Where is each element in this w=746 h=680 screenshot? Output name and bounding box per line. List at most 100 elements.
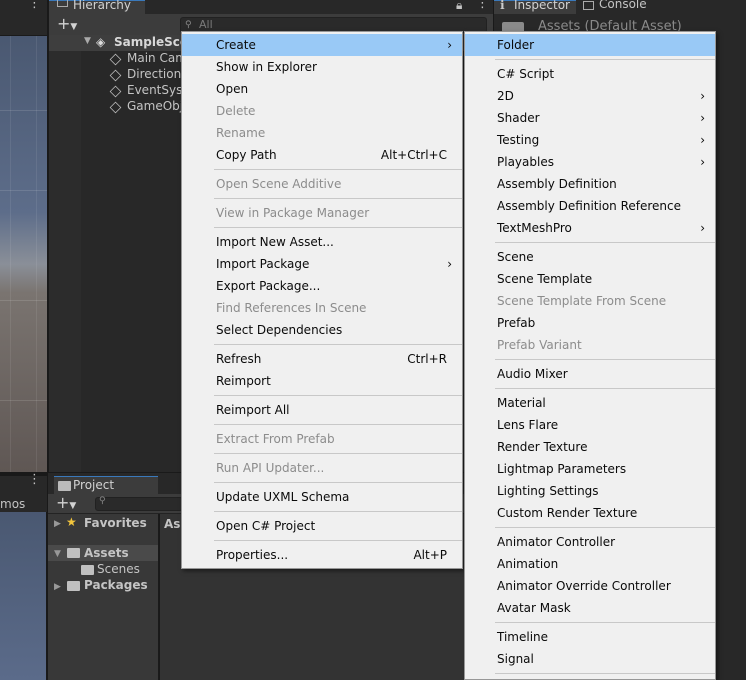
- menu-item-folder[interactable]: Folder: [465, 34, 715, 56]
- folder-open-icon: [67, 548, 80, 558]
- menu-item-material[interactable]: Material: [465, 392, 715, 414]
- gizmos-button[interactable]: mos: [0, 497, 25, 511]
- menu-item-copy-path[interactable]: Copy Path Alt+Ctrl+C: [182, 144, 462, 166]
- menu-item-scene[interactable]: Scene: [465, 246, 715, 268]
- menu-item-reimport[interactable]: Reimport: [182, 370, 462, 392]
- tab-hierarchy[interactable]: Hierarchy: [49, 0, 145, 14]
- menu-item-export-package[interactable]: Export Package...: [182, 275, 462, 297]
- menu-item-update-uxml-schema[interactable]: Update UXML Schema: [182, 486, 462, 508]
- menu-item-reimport-all[interactable]: Reimport All: [182, 399, 462, 421]
- menu-item-prefab-variant[interactable]: Prefab Variant: [465, 334, 715, 356]
- menu-item-avatar-mask[interactable]: Avatar Mask: [465, 597, 715, 619]
- menu-item-2d[interactable]: 2D ›: [465, 85, 715, 107]
- lock-icon[interactable]: 🔒︎: [456, 0, 462, 13]
- menu-item-properties[interactable]: Properties... Alt+P: [182, 544, 462, 566]
- more-icon[interactable]: ⋮: [28, 0, 41, 11]
- menu-item-shader[interactable]: Shader ›: [465, 107, 715, 129]
- more-icon[interactable]: ⋮: [28, 472, 41, 487]
- menu-item-textmeshpro[interactable]: TextMeshPro ›: [465, 217, 715, 239]
- tab-console[interactable]: Console: [582, 0, 672, 14]
- chevron-right-icon: ›: [447, 257, 452, 271]
- menu-separator: [214, 511, 462, 512]
- menu-item-animation[interactable]: Animation: [465, 553, 715, 575]
- menu-item-csharp-script[interactable]: C# Script: [465, 63, 715, 85]
- folder-icon: [67, 581, 80, 591]
- hierarchy-item[interactable]: Directiona: [127, 67, 189, 81]
- tab-project[interactable]: Project: [54, 476, 158, 494]
- menu-separator: [214, 198, 462, 199]
- menu-separator: [495, 59, 715, 60]
- chevron-right-icon: ›: [700, 111, 705, 125]
- menu-item-custom-render-texture[interactable]: Custom Render Texture: [465, 502, 715, 524]
- menu-separator: [214, 424, 462, 425]
- menu-item-testing[interactable]: Testing ›: [465, 129, 715, 151]
- project-search-input[interactable]: ⚲: [95, 496, 183, 511]
- menu-item-select-dependencies[interactable]: Select Dependencies: [182, 319, 462, 341]
- menu-item-import-package[interactable]: Import Package ›: [182, 253, 462, 275]
- info-icon: ℹ: [500, 0, 505, 12]
- search-icon: ⚲: [185, 20, 192, 30]
- menu-item-render-texture[interactable]: Render Texture: [465, 436, 715, 458]
- chevron-down-icon: ▼: [70, 22, 78, 32]
- expand-arrow-icon[interactable]: ▼: [84, 36, 91, 46]
- chevron-right-icon: ›: [700, 89, 705, 103]
- menu-item-open[interactable]: Open: [182, 78, 462, 100]
- add-button[interactable]: +▼: [57, 14, 77, 37]
- menu-separator: [495, 527, 715, 528]
- shortcut: Ctrl+R: [407, 352, 447, 366]
- menu-item-prefab[interactable]: Prefab: [465, 312, 715, 334]
- menu-separator: [495, 622, 715, 623]
- menu-item-run-api-updater[interactable]: Run API Updater...: [182, 457, 462, 479]
- menu-item-show-in-explorer[interactable]: Show in Explorer: [182, 56, 462, 78]
- menu-separator: [214, 227, 462, 228]
- menu-item-refresh[interactable]: Refresh Ctrl+R: [182, 348, 462, 370]
- menu-item-signal[interactable]: Signal: [465, 648, 715, 670]
- menu-item-create[interactable]: Create ›: [182, 34, 462, 56]
- menu-separator: [495, 242, 715, 243]
- tab-inspector[interactable]: ℹ Inspector: [494, 0, 576, 14]
- tree-assets[interactable]: Assets: [84, 546, 129, 560]
- search-icon: ⚲: [99, 496, 106, 506]
- create-submenu: Folder C# Script 2D › Shader › Testing › Pl…: [464, 31, 716, 680]
- menu-separator: [495, 388, 715, 389]
- menu-item-assembly-definition[interactable]: Assembly Definition: [465, 173, 715, 195]
- tree-packages[interactable]: Packages: [84, 578, 148, 592]
- menu-item-scene-template-from-scene[interactable]: Scene Template From Scene: [465, 290, 715, 312]
- menu-item-open-csharp-project[interactable]: Open C# Project: [182, 515, 462, 537]
- menu-item-lighting-settings[interactable]: Lighting Settings: [465, 480, 715, 502]
- menu-item-timeline[interactable]: Timeline: [465, 626, 715, 648]
- menu-separator: [214, 453, 462, 454]
- expand-arrow-icon[interactable]: ▶: [54, 582, 61, 592]
- menu-item-audio-mixer[interactable]: Audio Mixer: [465, 363, 715, 385]
- menu-separator: [214, 395, 462, 396]
- add-button[interactable]: +▼: [56, 493, 76, 516]
- list-icon: [57, 0, 68, 7]
- menu-item-lens-flare[interactable]: Lens Flare: [465, 414, 715, 436]
- menu-item-scene-template[interactable]: Scene Template: [465, 268, 715, 290]
- tree-scenes[interactable]: Scenes: [97, 562, 140, 576]
- expand-arrow-icon[interactable]: ▶: [54, 519, 61, 529]
- scene-view[interactable]: [0, 0, 47, 472]
- menu-item-view-in-package-manager[interactable]: View in Package Manager: [182, 202, 462, 224]
- menu-item-extract-from-prefab[interactable]: Extract From Prefab: [182, 428, 462, 450]
- menu-item-animator-override-controller[interactable]: Animator Override Controller: [465, 575, 715, 597]
- menu-item-import-new-asset[interactable]: Import New Asset...: [182, 231, 462, 253]
- hierarchy-item[interactable]: Main Cam: [127, 51, 187, 65]
- unity-scene-icon: ◈: [96, 35, 106, 49]
- menu-item-find-references[interactable]: Find References In Scene: [182, 297, 462, 319]
- chevron-down-icon: ▼: [69, 501, 77, 511]
- menu-item-assembly-definition-reference[interactable]: Assembly Definition Reference: [465, 195, 715, 217]
- hierarchy-item[interactable]: EventSys: [127, 83, 182, 97]
- more-icon[interactable]: ⋮: [476, 0, 489, 11]
- menu-item-lightmap-parameters[interactable]: Lightmap Parameters: [465, 458, 715, 480]
- menu-item-rename[interactable]: Rename: [182, 122, 462, 144]
- expand-arrow-icon[interactable]: ▼: [54, 549, 61, 559]
- menu-separator: [495, 359, 715, 360]
- menu-item-delete[interactable]: Delete: [182, 100, 462, 122]
- menu-item-playables[interactable]: Playables ›: [465, 151, 715, 173]
- menu-separator: [214, 540, 462, 541]
- menu-item-open-scene-additive[interactable]: Open Scene Additive: [182, 173, 462, 195]
- tree-favorites[interactable]: Favorites: [84, 516, 147, 530]
- star-icon: ★: [66, 515, 77, 529]
- menu-item-animator-controller[interactable]: Animator Controller: [465, 531, 715, 553]
